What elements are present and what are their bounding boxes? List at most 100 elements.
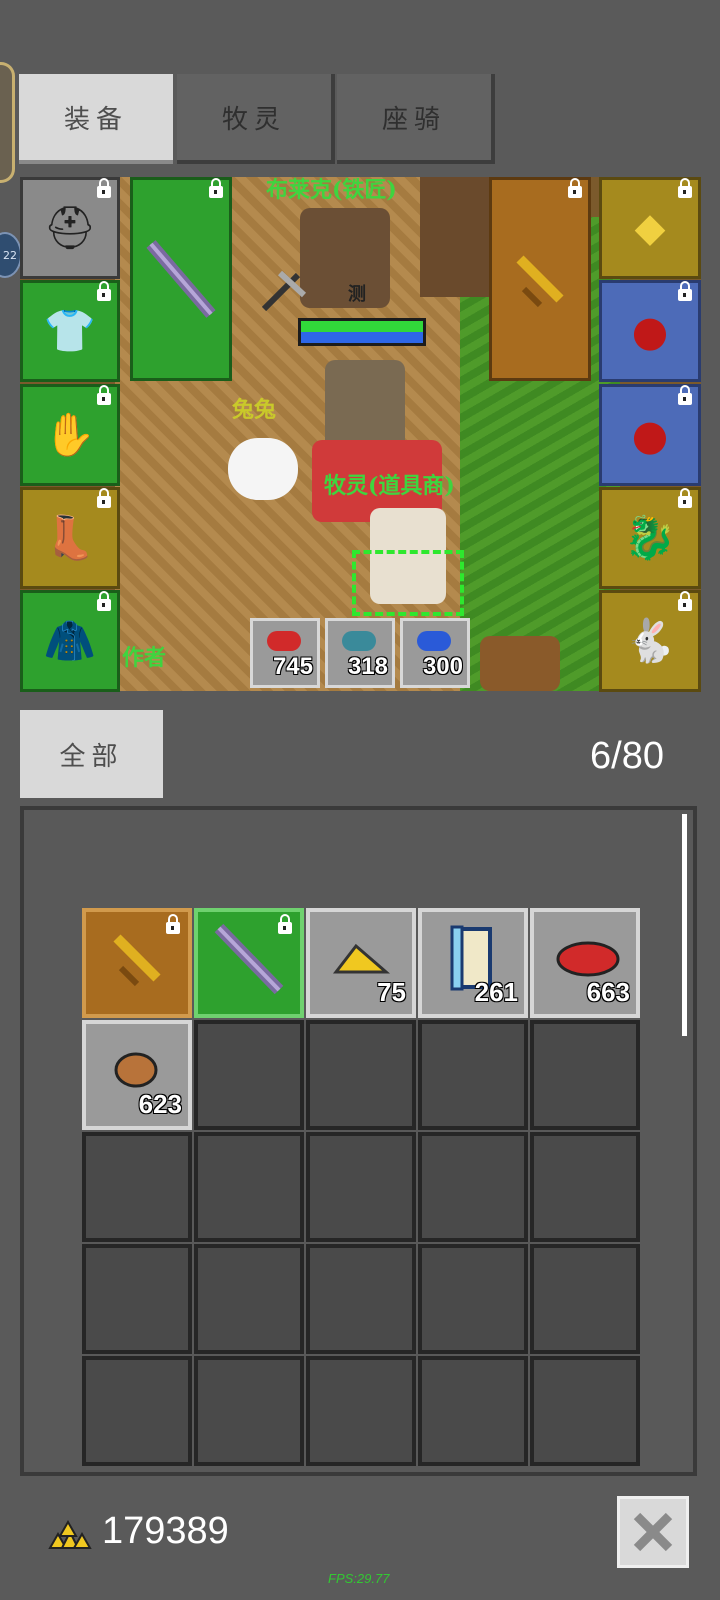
inventory-slot[interactable]: [82, 908, 192, 1018]
lock-icon: [678, 178, 692, 198]
dragon-mount-icon: 🐉: [623, 513, 677, 562]
lock-icon: [568, 178, 582, 198]
teal-potion-icon: [342, 631, 376, 651]
close-icon: [633, 1512, 673, 1552]
rabbit-pet-sprite[interactable]: [228, 438, 298, 500]
inventory-slot[interactable]: 663: [530, 908, 640, 1018]
empty-slot[interactable]: [530, 1132, 640, 1242]
empty-slot[interactable]: [194, 1356, 304, 1466]
lock-icon: [678, 591, 692, 611]
filter-tab-label: 全部: [59, 741, 124, 772]
lock-icon: [97, 385, 111, 405]
consumable-slot-blue[interactable]: 300: [400, 618, 470, 688]
empty-slot[interactable]: [306, 1132, 416, 1242]
purple-sword-icon: [146, 240, 216, 318]
meat-icon: [114, 1052, 158, 1088]
empty-slot[interactable]: [418, 1132, 528, 1242]
necklace-slot[interactable]: ◆: [599, 177, 701, 279]
empty-slot[interactable]: [530, 1356, 640, 1466]
lock-icon: [97, 591, 111, 611]
gloves-slot[interactable]: ✋: [20, 384, 120, 486]
empty-slot[interactable]: [418, 1020, 528, 1130]
offhand-slot[interactable]: [489, 177, 591, 381]
ring-slot-1[interactable]: ●: [599, 280, 701, 382]
consumable-qty: 745: [272, 653, 313, 680]
mana-fill: [301, 332, 423, 343]
weapon-slot[interactable]: [130, 177, 232, 381]
tree-stump: [480, 636, 560, 691]
empty-slot[interactable]: [82, 1244, 192, 1354]
close-button[interactable]: [617, 1496, 689, 1568]
chest-armor-slot[interactable]: 👕: [20, 280, 120, 382]
tree-trunk: [420, 177, 500, 297]
lock-icon: [678, 488, 692, 508]
item-qty: 663: [586, 977, 630, 1007]
ruby-ring-icon: ●: [631, 306, 669, 356]
empty-slot[interactable]: [82, 1132, 192, 1242]
helmet-icon: ⛑: [43, 203, 97, 252]
empty-slot[interactable]: [530, 1020, 640, 1130]
lock-icon: [97, 178, 111, 198]
lock-icon: [166, 914, 180, 934]
lock-icon: [97, 488, 111, 508]
inventory-slot[interactable]: 75: [306, 908, 416, 1018]
red-potion-icon: [267, 631, 301, 651]
inventory-slot[interactable]: [194, 908, 304, 1018]
gold-sword-icon: [516, 255, 564, 308]
inventory-panel[interactable]: 75 261 663 623: [20, 806, 697, 1476]
empty-slot[interactable]: [418, 1244, 528, 1354]
tab-pets[interactable]: 牧灵: [177, 74, 335, 164]
inventory-slot[interactable]: 261: [418, 908, 528, 1018]
filter-tab-all[interactable]: 全部: [20, 710, 163, 798]
selection-marker: [352, 550, 464, 616]
red-feather-icon: [556, 941, 620, 977]
consumable-qty: 318: [347, 653, 388, 680]
character-tag: 测: [348, 284, 366, 305]
tab-mounts-label: 座骑: [381, 104, 446, 135]
consumable-slot-red[interactable]: 745: [250, 618, 320, 688]
gold-amount: 179389: [102, 1510, 229, 1552]
consumable-slot-teal[interactable]: 318: [325, 618, 395, 688]
inventory-count: 6/80: [590, 735, 664, 777]
gloves-icon: ✋: [43, 410, 97, 459]
level-badge[interactable]: 22: [0, 232, 22, 278]
ruby-ring-icon: ●: [631, 410, 669, 460]
cloak-slot[interactable]: 🧥: [20, 590, 120, 692]
ring-slot-2[interactable]: ●: [599, 384, 701, 486]
empty-slot[interactable]: [306, 1244, 416, 1354]
inventory-slot[interactable]: 623: [82, 1020, 192, 1130]
empty-slot[interactable]: [306, 1356, 416, 1466]
fps-counter: FPS:29.77: [328, 1571, 390, 1586]
boots-icon: 👢: [43, 513, 97, 562]
gold-nugget-icon: [332, 943, 391, 974]
cloak-icon: 🧥: [43, 616, 97, 665]
npc-shop-name: 牧灵(道具商): [324, 473, 455, 499]
blue-potion-icon: [417, 631, 451, 651]
tab-mounts[interactable]: 座骑: [337, 74, 495, 164]
npc-blacksmith-name: 布莱克(铁匠): [266, 177, 397, 203]
item-qty: 75: [377, 977, 406, 1007]
health-fill: [301, 321, 423, 332]
mount-slot[interactable]: 🐉: [599, 487, 701, 589]
helmet-slot[interactable]: ⛑: [20, 177, 120, 279]
gold-sword-icon: [113, 934, 161, 987]
empty-slot[interactable]: [306, 1020, 416, 1130]
rabbit-pet-icon: 🐇: [623, 616, 677, 665]
empty-slot[interactable]: [194, 1020, 304, 1130]
tab-equipment-label: 装备: [63, 104, 128, 135]
lock-icon: [678, 281, 692, 301]
boots-slot[interactable]: 👢: [20, 487, 120, 589]
empty-slot[interactable]: [530, 1244, 640, 1354]
pickaxe-icon: [258, 265, 308, 315]
level-badge-text: 22: [3, 248, 17, 262]
empty-slot[interactable]: [194, 1132, 304, 1242]
tab-pets-label: 牧灵: [221, 104, 286, 135]
inventory-scrollbar[interactable]: [682, 814, 687, 1036]
empty-slot[interactable]: [194, 1244, 304, 1354]
side-frame-decoration: [0, 62, 15, 183]
empty-slot[interactable]: [418, 1356, 528, 1466]
tab-equipment[interactable]: 装备: [19, 74, 173, 164]
empty-slot[interactable]: [82, 1356, 192, 1466]
pet-slot[interactable]: 🐇: [599, 590, 701, 692]
npc-blacksmith-sprite[interactable]: [300, 208, 390, 308]
